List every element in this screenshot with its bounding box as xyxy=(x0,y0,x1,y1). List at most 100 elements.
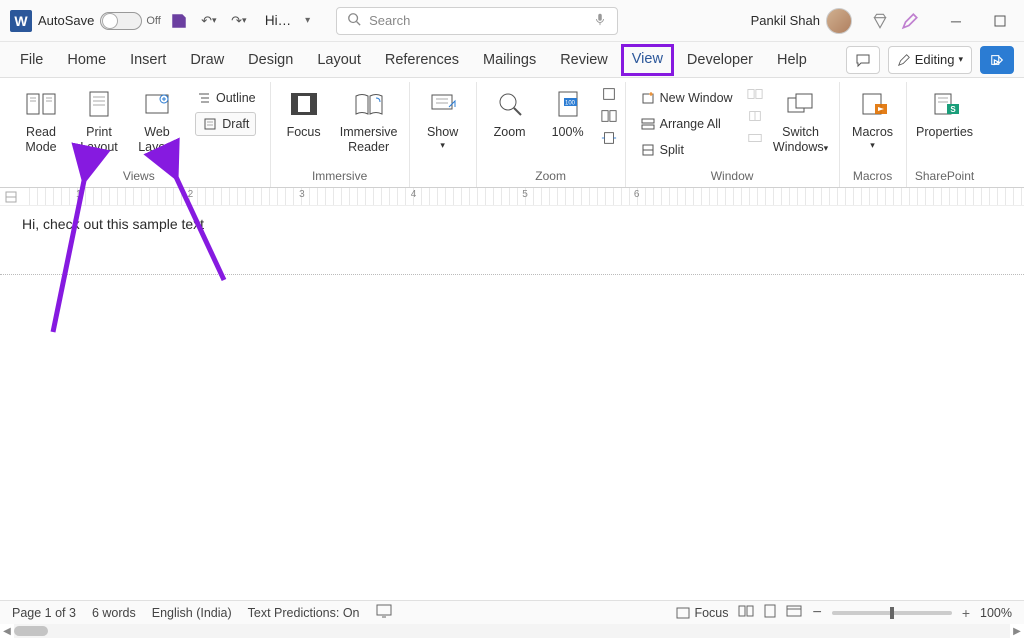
title-bar: W AutoSave Off ↶▾ ↷▾ Hi…▾ Search Pankil … xyxy=(0,0,1024,42)
share-button[interactable] xyxy=(980,46,1014,74)
ruler-scale[interactable]: 123456 xyxy=(22,188,1024,205)
tab-insert[interactable]: Insert xyxy=(120,46,176,74)
read-mode-icon xyxy=(23,86,59,122)
tab-references[interactable]: References xyxy=(375,46,469,74)
ribbon: Read Mode Print Layout Web Layout Outlin… xyxy=(0,78,1024,188)
split-button[interactable]: Split xyxy=(634,138,690,162)
comments-button[interactable] xyxy=(846,46,880,74)
search-icon xyxy=(347,12,361,29)
view-read-icon[interactable] xyxy=(738,605,754,620)
group-label-immersive: Immersive xyxy=(279,169,401,187)
ruler[interactable]: 123456 xyxy=(0,188,1024,206)
zoom-100-button[interactable]: 100 100% xyxy=(543,86,593,140)
status-page[interactable]: Page 1 of 3 xyxy=(12,606,76,620)
page-width-icon[interactable] xyxy=(601,130,617,146)
properties-button[interactable]: S Properties xyxy=(915,86,975,140)
autosave-knob-icon xyxy=(102,13,118,29)
tab-review[interactable]: Review xyxy=(550,46,618,74)
multi-page-icon[interactable] xyxy=(601,108,617,124)
page-break-line xyxy=(0,274,1024,275)
tab-help[interactable]: Help xyxy=(767,46,817,74)
ribbon-tabs: File Home Insert Draw Design Layout Refe… xyxy=(0,42,1024,78)
zoom-out-icon[interactable]: − xyxy=(812,604,821,622)
switch-windows-button[interactable]: Switch Windows▾ xyxy=(771,86,831,155)
document-body-text[interactable]: Hi, check out this sample text xyxy=(22,216,204,232)
reset-window-icon[interactable] xyxy=(747,130,763,146)
tab-home[interactable]: Home xyxy=(57,46,116,74)
diamond-icon[interactable] xyxy=(868,9,892,33)
tab-view[interactable]: View xyxy=(622,45,673,75)
immersive-reader-button[interactable]: Immersive Reader xyxy=(337,86,401,155)
ruler-corner-icon[interactable] xyxy=(0,188,22,205)
tab-layout[interactable]: Layout xyxy=(307,46,371,74)
one-page-icon[interactable] xyxy=(601,86,617,102)
search-placeholder: Search xyxy=(369,13,410,28)
status-language[interactable]: English (India) xyxy=(152,606,232,620)
doc-title-short[interactable]: Hi… xyxy=(265,13,291,28)
mic-icon[interactable] xyxy=(593,12,607,29)
print-layout-button[interactable]: Print Layout xyxy=(74,86,124,155)
scroll-left-icon[interactable]: ◀ xyxy=(0,626,14,637)
outline-button[interactable]: Outline xyxy=(190,86,262,110)
minimize-button[interactable]: ─ xyxy=(942,7,970,35)
scroll-right-icon[interactable]: ▶ xyxy=(1010,626,1024,637)
username-text: Pankil Shah xyxy=(751,13,820,28)
pen-icon[interactable] xyxy=(898,9,922,33)
zoom-slider[interactable] xyxy=(832,611,952,615)
focus-button[interactable]: Focus xyxy=(279,86,329,140)
account-user[interactable]: Pankil Shah xyxy=(751,8,852,34)
new-window-button[interactable]: New Window xyxy=(634,86,739,110)
web-layout-button[interactable]: Web Layout xyxy=(132,86,182,155)
autosave-toggle[interactable] xyxy=(100,12,142,30)
avatar-icon xyxy=(826,8,852,34)
arrange-all-icon xyxy=(640,116,656,132)
tab-draw[interactable]: Draw xyxy=(180,46,234,74)
side-by-side-icon[interactable] xyxy=(747,86,763,102)
status-words[interactable]: 6 words xyxy=(92,606,136,620)
read-mode-button[interactable]: Read Mode xyxy=(16,86,66,155)
status-predictions[interactable]: Text Predictions: On xyxy=(248,606,360,620)
editing-mode-button[interactable]: Editing ▾ xyxy=(888,46,972,74)
autosave-label: AutoSave xyxy=(38,13,94,28)
maximize-button[interactable] xyxy=(986,7,1014,35)
ribbon-group-window: New Window Arrange All Split Switch Wind… xyxy=(626,82,840,187)
display-settings-icon[interactable] xyxy=(376,604,392,621)
ribbon-group-views: Read Mode Print Layout Web Layout Outlin… xyxy=(8,82,271,187)
sync-scroll-icon[interactable] xyxy=(747,108,763,124)
ribbon-group-show: Show ▾ xyxy=(410,82,477,187)
hscroll-thumb[interactable] xyxy=(14,626,48,636)
group-label-zoom: Zoom xyxy=(485,169,617,187)
view-print-icon[interactable] xyxy=(764,604,776,621)
status-bar: Page 1 of 3 6 words English (India) Text… xyxy=(0,600,1024,624)
redo-icon[interactable]: ↷▾ xyxy=(227,9,251,33)
group-label-window: Window xyxy=(634,169,831,187)
zoom-button[interactable]: Zoom xyxy=(485,86,535,140)
tab-mailings[interactable]: Mailings xyxy=(473,46,546,74)
save-icon[interactable] xyxy=(167,9,191,33)
window-controls: ─ xyxy=(942,7,1014,35)
draft-button[interactable]: Draft xyxy=(195,112,256,136)
view-web-icon[interactable] xyxy=(786,605,802,620)
web-layout-icon xyxy=(139,86,175,122)
show-button[interactable]: Show ▾ xyxy=(418,86,468,151)
focus-icon xyxy=(286,86,322,122)
immersive-reader-icon xyxy=(351,86,387,122)
tab-design[interactable]: Design xyxy=(238,46,303,74)
zoom-percent[interactable]: 100% xyxy=(980,606,1012,620)
focus-mode-icon[interactable]: Focus xyxy=(676,606,728,620)
arrange-all-button[interactable]: Arrange All xyxy=(634,112,727,136)
macros-button[interactable]: Macros ▾ xyxy=(848,86,898,151)
split-icon xyxy=(640,142,656,158)
print-layout-icon xyxy=(81,86,117,122)
zoom-100-icon: 100 xyxy=(550,86,586,122)
document-canvas[interactable]: Hi, check out this sample text xyxy=(0,206,1024,636)
undo-icon[interactable]: ↶▾ xyxy=(197,9,221,33)
outline-icon xyxy=(196,90,212,106)
group-label-macros: Macros xyxy=(848,169,898,187)
draft-icon xyxy=(202,116,218,132)
horizontal-scrollbar[interactable]: ◀ ▶ xyxy=(0,624,1024,638)
tab-developer[interactable]: Developer xyxy=(677,46,763,74)
zoom-in-icon[interactable]: + xyxy=(962,605,970,621)
search-input[interactable]: Search xyxy=(336,7,618,35)
tab-file[interactable]: File xyxy=(10,46,53,74)
